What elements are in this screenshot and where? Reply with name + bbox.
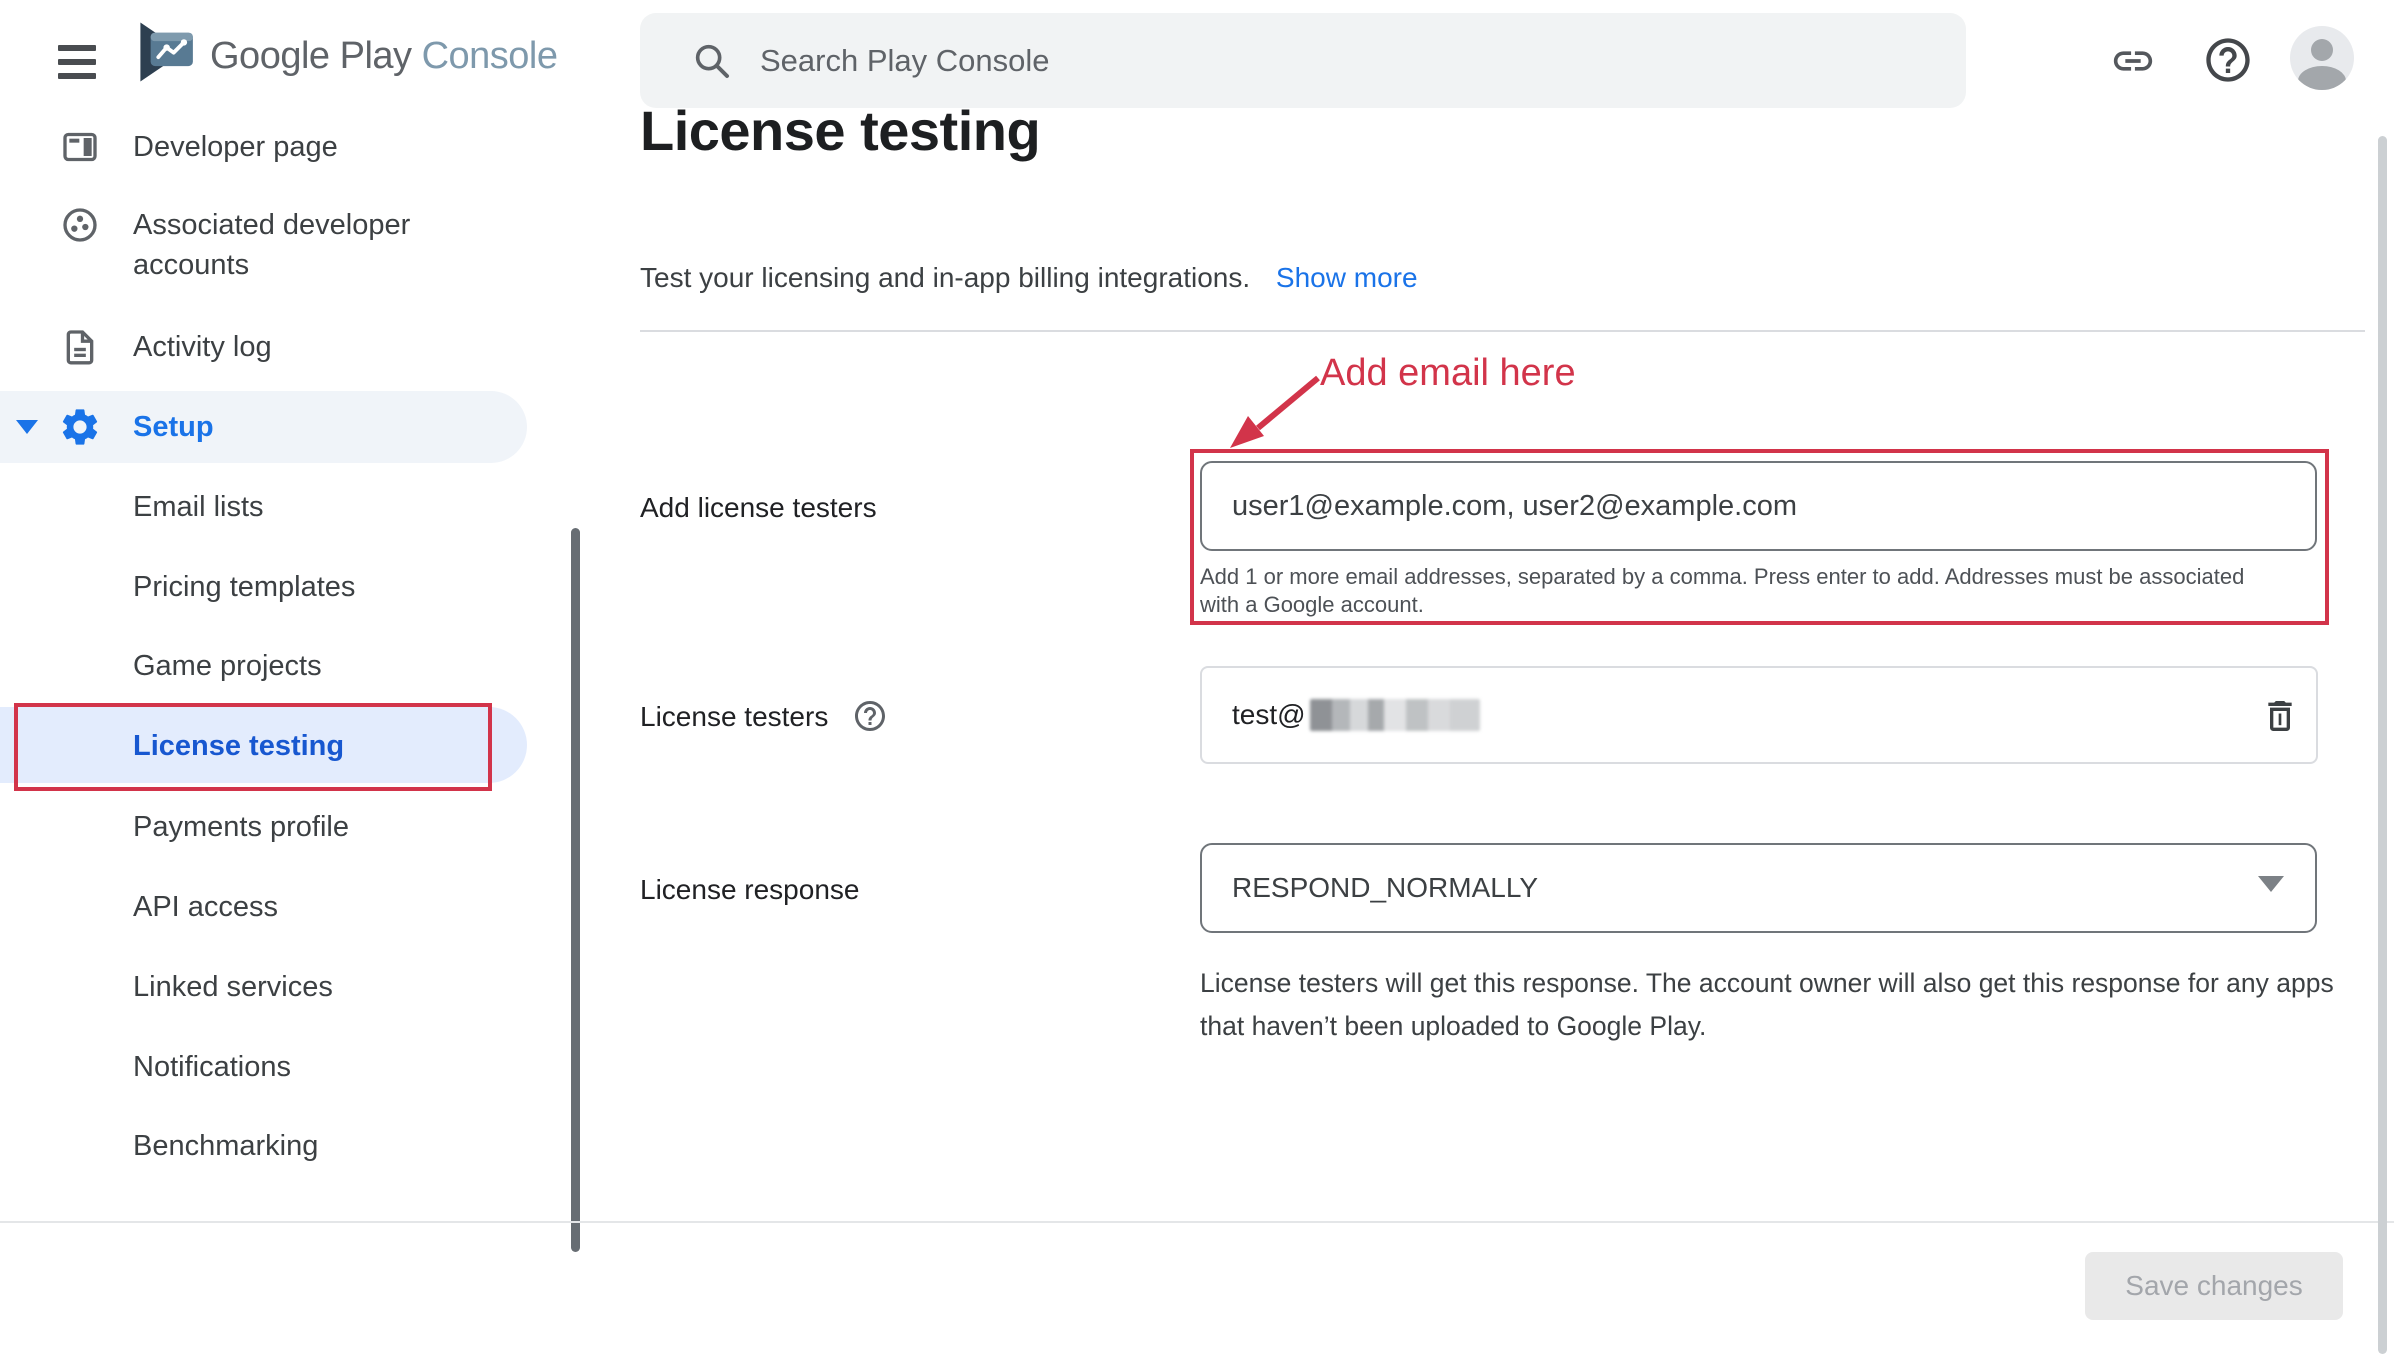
avatar[interactable] bbox=[2290, 26, 2354, 90]
license-response-value: RESPOND_NORMALLY bbox=[1232, 872, 1538, 904]
sidebar-scrollbar[interactable] bbox=[571, 528, 580, 1252]
license-response-label: License response bbox=[640, 874, 859, 906]
app-title-primary: Google Play bbox=[210, 35, 412, 77]
sidebar-item-developer-page[interactable]: Developer page bbox=[133, 127, 338, 167]
play-console-logo-icon[interactable] bbox=[134, 18, 198, 91]
tester-email-prefix: test@ bbox=[1232, 699, 1306, 731]
sidebar-item-email-lists[interactable]: Email lists bbox=[133, 487, 264, 527]
page-title: License testing bbox=[640, 98, 1040, 163]
search-bar[interactable]: Search Play Console bbox=[640, 13, 1966, 108]
menu-icon[interactable] bbox=[58, 45, 96, 87]
sidebar-item-setup[interactable]: Setup bbox=[133, 407, 214, 447]
add-license-testers-label: Add license testers bbox=[640, 492, 877, 524]
license-response-select[interactable]: RESPOND_NORMALLY bbox=[1200, 843, 2317, 933]
sidebar-item-associated-developer-accounts[interactable]: Associated developer accounts bbox=[133, 205, 443, 285]
sidebar-item-notifications[interactable]: Notifications bbox=[133, 1047, 291, 1087]
search-icon bbox=[692, 41, 732, 81]
activity-log-icon bbox=[60, 327, 100, 372]
tester-email-redacted bbox=[1310, 699, 1480, 731]
setup-expand-caret-icon[interactable] bbox=[16, 420, 38, 434]
license-response-description: License testers will get this response. … bbox=[1200, 962, 2365, 1048]
help-icon[interactable] bbox=[2202, 34, 2254, 91]
sidebar-item-activity-log[interactable]: Activity log bbox=[133, 327, 272, 367]
developer-page-icon bbox=[60, 127, 100, 172]
license-testers-label: License testers bbox=[640, 701, 828, 733]
trash-icon[interactable] bbox=[2260, 696, 2300, 741]
annotation-text: Add email here bbox=[1320, 352, 1576, 395]
show-more-link[interactable]: Show more bbox=[1276, 262, 1418, 293]
sidebar-item-game-projects[interactable]: Game projects bbox=[133, 646, 322, 686]
sidebar-item-license-testing[interactable]: License testing bbox=[133, 726, 344, 766]
link-icon[interactable] bbox=[2110, 38, 2156, 89]
add-license-testers-helper: Add 1 or more email addresses, separated… bbox=[1200, 563, 2260, 619]
app-title-secondary: Console bbox=[422, 35, 558, 77]
help-circle-icon[interactable] bbox=[852, 698, 888, 739]
license-tester-row: test@ bbox=[1200, 666, 2318, 764]
sidebar-item-pricing-templates[interactable]: Pricing templates bbox=[133, 567, 355, 607]
sidebar-item-benchmarking[interactable]: Benchmarking bbox=[133, 1126, 318, 1166]
page-subtitle-text: Test your licensing and in-app billing i… bbox=[640, 262, 1250, 293]
chevron-down-icon[interactable] bbox=[2258, 876, 2284, 892]
page-scrollbar[interactable] bbox=[2378, 136, 2387, 1354]
footer-divider bbox=[0, 1221, 2394, 1223]
search-placeholder: Search Play Console bbox=[760, 43, 1050, 79]
save-changes-button[interactable]: Save changes bbox=[2085, 1252, 2343, 1320]
app-title: Google Play Console bbox=[210, 35, 558, 78]
sidebar-item-linked-services[interactable]: Linked services bbox=[133, 967, 333, 1007]
play-console-page: Google Play Console Search Play Console … bbox=[0, 0, 2394, 1354]
gear-icon bbox=[58, 405, 102, 454]
associated-accounts-icon bbox=[60, 205, 100, 250]
page-subtitle: Test your licensing and in-app billing i… bbox=[640, 262, 1418, 294]
sidebar-item-payments-profile[interactable]: Payments profile bbox=[133, 807, 349, 847]
section-divider bbox=[640, 330, 2365, 332]
add-license-testers-input[interactable] bbox=[1200, 461, 2317, 551]
sidebar-item-api-access[interactable]: API access bbox=[133, 887, 278, 927]
